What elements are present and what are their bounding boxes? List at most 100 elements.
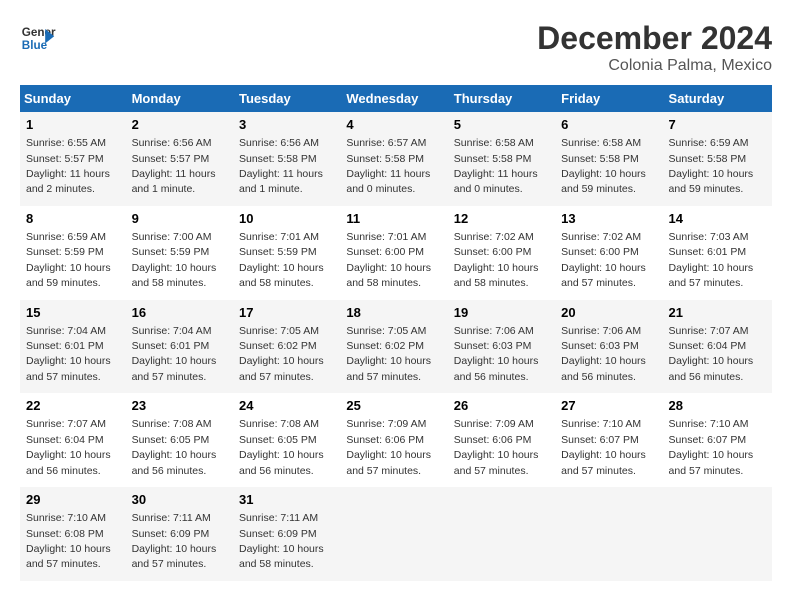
svg-text:Blue: Blue (22, 39, 48, 52)
day-number: 12 (454, 210, 553, 228)
week-row-3: 15 Sunrise: 7:04 AM Sunset: 6:01 PM Dayli… (20, 300, 772, 394)
day-cell: 11Sunrise: 7:01 AM Sunset: 6:00 PM Dayli… (342, 206, 449, 300)
day-cell: 27 Sunrise: 7:10 AM Sunset: 6:07 PM Dayli… (557, 393, 664, 487)
day-info: Sunrise: 6:56 AM Sunset: 5:58 PM Dayligh… (239, 137, 323, 195)
day-info: Sunrise: 6:56 AM Sunset: 5:57 PM Dayligh… (132, 137, 216, 195)
day-cell: 6 Sunrise: 6:58 AM Sunset: 5:58 PM Daylig… (557, 112, 664, 206)
day-cell: 20 Sunrise: 7:06 AM Sunset: 6:03 PM Dayli… (557, 300, 664, 394)
column-header-saturday: Saturday (665, 85, 772, 112)
day-number: 23 (132, 397, 231, 415)
day-info: Sunrise: 7:11 AM Sunset: 6:09 PM Dayligh… (132, 512, 217, 570)
day-number: 1 (26, 116, 124, 134)
day-cell: 29 Sunrise: 7:10 AM Sunset: 6:08 PM Dayli… (20, 487, 128, 581)
day-number: 14 (669, 210, 768, 228)
day-number: 4 (346, 116, 445, 134)
day-cell: 22 Sunrise: 7:07 AM Sunset: 6:04 PM Dayli… (20, 393, 128, 487)
day-cell: 2 Sunrise: 6:56 AM Sunset: 5:57 PM Daylig… (128, 112, 235, 206)
day-info: Sunrise: 7:09 AM Sunset: 6:06 PM Dayligh… (346, 418, 431, 476)
day-cell: 18 Sunrise: 7:05 AM Sunset: 6:02 PM Dayli… (342, 300, 449, 394)
day-info: Sunrise: 7:07 AM Sunset: 6:04 PM Dayligh… (669, 325, 754, 383)
day-info: Sunrise: 6:57 AM Sunset: 5:58 PM Dayligh… (346, 137, 430, 195)
day-info: Sunrise: 7:11 AM Sunset: 6:09 PM Dayligh… (239, 512, 324, 570)
day-cell: 23 Sunrise: 7:08 AM Sunset: 6:05 PM Dayli… (128, 393, 235, 487)
day-cell: 17Sunrise: 7:05 AM Sunset: 6:02 PM Dayli… (235, 300, 342, 394)
day-info: Sunrise: 7:04 AM Sunset: 6:01 PM Dayligh… (26, 325, 111, 383)
subtitle: Colonia Palma, Mexico (537, 57, 772, 75)
day-number: 20 (561, 304, 660, 322)
day-number: 7 (669, 116, 768, 134)
day-cell: 3 Sunrise: 6:56 AM Sunset: 5:58 PM Daylig… (235, 112, 342, 206)
main-title: December 2024 (537, 20, 772, 57)
day-info: Sunrise: 6:58 AM Sunset: 5:58 PM Dayligh… (454, 137, 538, 195)
day-number: 3 (239, 116, 338, 134)
day-cell: 21Sunrise: 7:07 AM Sunset: 6:04 PM Dayli… (665, 300, 772, 394)
day-cell: 9Sunrise: 7:00 AM Sunset: 5:59 PM Daylig… (128, 206, 235, 300)
day-cell: 15 Sunrise: 7:04 AM Sunset: 6:01 PM Dayli… (20, 300, 128, 394)
column-header-tuesday: Tuesday (235, 85, 342, 112)
page-header: General Blue December 2024 Colonia Palma… (20, 20, 772, 75)
day-info: Sunrise: 7:06 AM Sunset: 6:03 PM Dayligh… (561, 325, 646, 383)
day-cell: 10Sunrise: 7:01 AM Sunset: 5:59 PM Dayli… (235, 206, 342, 300)
day-info: Sunrise: 7:04 AM Sunset: 6:01 PM Dayligh… (132, 325, 217, 383)
week-row-2: 8Sunrise: 6:59 AM Sunset: 5:59 PM Daylig… (20, 206, 772, 300)
day-number: 5 (454, 116, 553, 134)
day-cell: 1 Sunrise: 6:55 AM Sunset: 5:57 PM Daylig… (20, 112, 128, 206)
day-info: Sunrise: 7:05 AM Sunset: 6:02 PM Dayligh… (346, 325, 431, 383)
week-row-5: 29 Sunrise: 7:10 AM Sunset: 6:08 PM Dayli… (20, 487, 772, 581)
day-cell (557, 487, 664, 581)
day-info: Sunrise: 7:08 AM Sunset: 6:05 PM Dayligh… (239, 418, 324, 476)
day-cell (450, 487, 557, 581)
day-info: Sunrise: 7:02 AM Sunset: 6:00 PM Dayligh… (454, 231, 539, 289)
logo: General Blue (20, 20, 56, 56)
day-number: 30 (132, 491, 231, 509)
day-cell: 28Sunrise: 7:10 AM Sunset: 6:07 PM Dayli… (665, 393, 772, 487)
column-header-monday: Monday (128, 85, 235, 112)
day-number: 24 (239, 397, 338, 415)
day-cell: 16 Sunrise: 7:04 AM Sunset: 6:01 PM Dayli… (128, 300, 235, 394)
day-info: Sunrise: 7:01 AM Sunset: 5:59 PM Dayligh… (239, 231, 324, 289)
column-header-thursday: Thursday (450, 85, 557, 112)
day-number: 15 (26, 304, 124, 322)
day-cell: 7 Sunrise: 6:59 AM Sunset: 5:58 PM Daylig… (665, 112, 772, 206)
day-number: 13 (561, 210, 660, 228)
day-number: 29 (26, 491, 124, 509)
day-number: 16 (132, 304, 231, 322)
day-number: 2 (132, 116, 231, 134)
day-cell (342, 487, 449, 581)
column-header-friday: Friday (557, 85, 664, 112)
column-header-wednesday: Wednesday (342, 85, 449, 112)
calendar-header: SundayMondayTuesdayWednesdayThursdayFrid… (20, 85, 772, 112)
day-info: Sunrise: 7:01 AM Sunset: 6:00 PM Dayligh… (346, 231, 431, 289)
day-cell: 31 Sunrise: 7:11 AM Sunset: 6:09 PM Dayli… (235, 487, 342, 581)
day-info: Sunrise: 6:55 AM Sunset: 5:57 PM Dayligh… (26, 137, 110, 195)
day-info: Sunrise: 7:09 AM Sunset: 6:06 PM Dayligh… (454, 418, 539, 476)
calendar-table: SundayMondayTuesdayWednesdayThursdayFrid… (20, 85, 772, 581)
day-number: 17 (239, 304, 338, 322)
day-number: 19 (454, 304, 553, 322)
day-number: 18 (346, 304, 445, 322)
day-number: 6 (561, 116, 660, 134)
week-row-1: 1 Sunrise: 6:55 AM Sunset: 5:57 PM Daylig… (20, 112, 772, 206)
day-info: Sunrise: 7:03 AM Sunset: 6:01 PM Dayligh… (669, 231, 754, 289)
day-cell: 4 Sunrise: 6:57 AM Sunset: 5:58 PM Daylig… (342, 112, 449, 206)
day-cell: 8Sunrise: 6:59 AM Sunset: 5:59 PM Daylig… (20, 206, 128, 300)
day-info: Sunrise: 7:10 AM Sunset: 6:08 PM Dayligh… (26, 512, 111, 570)
day-info: Sunrise: 7:07 AM Sunset: 6:04 PM Dayligh… (26, 418, 111, 476)
day-info: Sunrise: 6:59 AM Sunset: 5:58 PM Dayligh… (669, 137, 754, 195)
day-info: Sunrise: 6:58 AM Sunset: 5:58 PM Dayligh… (561, 137, 646, 195)
day-info: Sunrise: 7:02 AM Sunset: 6:00 PM Dayligh… (561, 231, 646, 289)
week-row-4: 22 Sunrise: 7:07 AM Sunset: 6:04 PM Dayli… (20, 393, 772, 487)
day-cell: 5 Sunrise: 6:58 AM Sunset: 5:58 PM Daylig… (450, 112, 557, 206)
day-number: 28 (669, 397, 768, 415)
day-number: 31 (239, 491, 338, 509)
day-cell: 25Sunrise: 7:09 AM Sunset: 6:06 PM Dayli… (342, 393, 449, 487)
day-number: 22 (26, 397, 124, 415)
day-cell (665, 487, 772, 581)
day-number: 27 (561, 397, 660, 415)
day-number: 26 (454, 397, 553, 415)
day-info: Sunrise: 7:06 AM Sunset: 6:03 PM Dayligh… (454, 325, 539, 383)
day-info: Sunrise: 7:10 AM Sunset: 6:07 PM Dayligh… (561, 418, 646, 476)
day-cell: 14 Sunrise: 7:03 AM Sunset: 6:01 PM Dayli… (665, 206, 772, 300)
day-info: Sunrise: 7:08 AM Sunset: 6:05 PM Dayligh… (132, 418, 217, 476)
day-cell: 26 Sunrise: 7:09 AM Sunset: 6:06 PM Dayli… (450, 393, 557, 487)
